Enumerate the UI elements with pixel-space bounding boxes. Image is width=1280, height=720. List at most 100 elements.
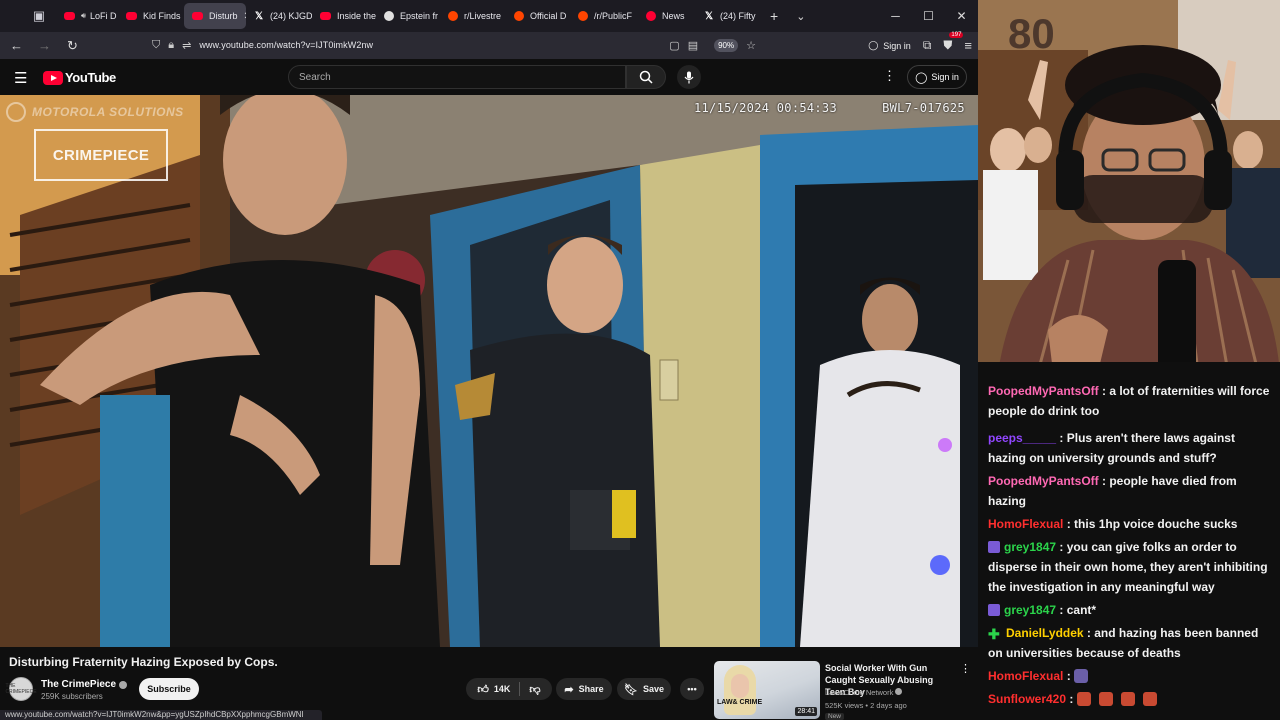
close-window-icon[interactable]: ✕ [945,9,978,23]
streamer-webcam: 80 [978,0,1280,372]
chat-separator: : [1066,692,1077,706]
tab-label: LoFi D [90,11,117,21]
menu-icon[interactable]: ≡ [964,38,972,53]
chat-username[interactable]: PoopedMyPantsOff [988,384,1099,398]
yt-menu-icon[interactable]: ☰ [14,69,27,87]
tab-label: (24) KJGD [270,11,312,21]
channel-name-link[interactable]: The CrimePiece [41,679,128,690]
chat-username[interactable]: grey1847 [1004,603,1056,617]
more-actions-button[interactable]: ••• [680,678,704,700]
tab-10[interactable]: 𝕏 (24) Fifty [696,3,762,29]
youtube-header: ☰ YouTube ⋮ ◯ Sign in [0,59,978,95]
extension-ublock-icon[interactable]: ⛊ 197 [943,32,964,53]
reader-view-icon[interactable]: ▤ [688,39,698,52]
chat-username[interactable]: HomoFlexual [988,517,1063,531]
tab-list: 🔊︎ LoFi D Kid FindsDisturb✕ 𝕏 (24) KJGD Insid… [56,0,762,32]
vip-badge-icon[interactable]: ✚ [988,627,1002,641]
like-dislike-group: 👍︎ 14K 👎︎ [466,678,552,700]
picture-in-picture-icon[interactable]: ▢ [669,39,679,52]
save-playlist-icon: 🔖︎ [624,683,638,696]
thumb-logo: LAW& CRIME [717,699,763,706]
url-bar[interactable]: ⛉ 🔒︎ ⇌ www.youtube.com/watch?v=IJT0imkW2… [152,34,764,56]
tab-9[interactable]: News [638,3,696,29]
voice-search-button[interactable] [677,65,701,89]
chat-emote-icon[interactable] [1098,692,1113,706]
chat-emote-icon[interactable] [1074,669,1089,683]
svg-text:80: 80 [1008,10,1055,57]
bookmark-star-icon[interactable]: ☆ [746,39,756,52]
tab-8[interactable]: /r/PublicF [570,3,638,29]
bodycam-timestamp: 11/15/2024 00:54:33 BWL7-017625 [694,101,965,115]
camera-id: BWL7-017625 [882,101,965,115]
tab-bar: ▣ 🔊︎LoFi DKid FindsDisturb✕𝕏(24) KJGDIns… [0,0,978,32]
subscriber-badge-icon[interactable] [988,604,1000,616]
recommended-video[interactable]: LAW& CRIME 28:41 Social Worker With Gun … [714,660,974,720]
tab-audio-icon[interactable]: 🔊︎ [81,11,86,21]
chat-emote-icon[interactable] [1076,692,1091,706]
status-bar-url: www.youtube.com/watch?v=IJT0imkW2nw&pp=y… [0,710,322,720]
tab-label: Disturb [209,11,238,21]
search-button[interactable] [626,65,666,89]
chat-username[interactable]: PoopedMyPantsOff [988,474,1099,488]
chat-emote-icon[interactable] [1120,692,1135,706]
extension-badge-count: 197 [949,32,964,38]
lock-icon[interactable]: 🔒︎ [168,39,174,52]
stream-chat: PoopedMyPantsOff : a lot of fraternities… [978,362,1280,720]
new-tab-icon[interactable]: + [770,8,778,24]
recommended-thumbnail[interactable]: LAW& CRIME 28:41 [714,661,820,719]
tab-4[interactable]: Inside the [312,3,376,29]
chat-emote-icon[interactable] [1142,692,1157,706]
permissions-icon[interactable]: ⇌ [182,39,191,52]
share-arrow-icon: ➦ [564,683,574,696]
yt-signin-button[interactable]: ◯ Sign in [907,65,967,89]
tab-label: r/Livestre [464,11,502,21]
chat-separator: : [1083,626,1095,640]
url-text[interactable]: www.youtube.com/watch?v=IJT0imkW2nw [199,40,373,50]
back-icon[interactable]: ← [4,33,29,58]
zoom-level[interactable]: 90% [714,38,739,52]
chat-username[interactable]: peeps_____ [988,431,1056,445]
yt-signin-label: Sign in [931,72,959,82]
recommended-options-icon[interactable]: ⋮ [960,662,971,675]
yt-settings-kebab-icon[interactable]: ⋮ [883,68,896,84]
shield-icon[interactable]: ⛉ [152,39,160,52]
tab-0[interactable]: 🔊︎ LoFi D [56,3,118,29]
save-label: Save [642,684,664,694]
chat-username[interactable]: HomoFlexual [988,669,1063,683]
youtube-favicon-icon [320,12,331,20]
reload-icon[interactable]: ↻ [60,33,85,58]
tab-3[interactable]: 𝕏 (24) KJGD [246,3,312,29]
channel-avatar[interactable]: THE CRIMEPIECE [5,677,37,701]
chat-message: peeps_____ : Plus aren't there laws agai… [988,428,1273,468]
extensions-icon[interactable]: ⧉ [923,38,932,53]
toolbar-right: ◯ Sign in ⧉ ⛊ 197 ≡ [868,32,972,59]
tab-1[interactable]: Kid Finds [118,3,184,29]
chat-username[interactable]: DanielLyddek [1006,626,1084,640]
maximize-icon[interactable]: ☐ [912,9,945,23]
subscriber-badge-icon[interactable] [988,541,1000,553]
video-player[interactable]: MOTOROLA SOLUTIONS CRIMEPIECE 11/15/2024… [0,95,978,647]
recommended-channel[interactable]: Law&Crime Network [825,688,903,697]
tab-2[interactable]: Disturb✕ [184,3,246,29]
chat-username[interactable]: Sunflower420 [988,692,1066,706]
tab-5[interactable]: Epstein fr [376,3,440,29]
webcam-frame: 80 [978,0,1280,372]
like-button[interactable]: 👍︎ 14K [477,683,510,696]
minimize-icon[interactable]: ─ [879,9,912,23]
chat-username[interactable]: grey1847 [1004,540,1056,554]
account-signin-button[interactable]: ◯ Sign in [868,40,911,51]
save-button[interactable]: 🔖︎ Save [617,678,671,700]
subscribe-button[interactable]: Subscribe [139,678,199,700]
reddit-favicon-icon [514,11,524,21]
tab-6[interactable]: r/Livestre [440,3,506,29]
tab-list-chevron-icon[interactable]: ⌄ [796,10,805,23]
recommended-meta: 525K views • 2 days ago [825,701,907,710]
search-input[interactable] [289,66,625,88]
tab-7[interactable]: Official D [506,3,570,29]
dislike-button[interactable]: 👎︎ [529,683,540,696]
forward-icon[interactable]: → [32,33,57,58]
youtube-logo[interactable]: YouTube [43,70,116,85]
tab-label: Kid Finds [143,11,181,21]
tab-overview-icon[interactable]: ▣ [28,5,50,27]
share-button[interactable]: ➦ Share [556,678,612,700]
